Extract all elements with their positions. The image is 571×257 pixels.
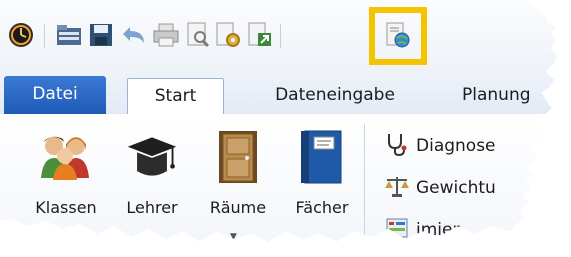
- print-icon[interactable]: [151, 20, 181, 50]
- weighting-label: Gewichtu: [416, 178, 496, 198]
- teachers-label: Lehrer: [126, 198, 178, 217]
- toolbar-separator: [44, 24, 45, 48]
- highlight-box: [369, 7, 427, 65]
- rooms-button[interactable]: Räume: [198, 128, 278, 217]
- optimize-button[interactable]: imier: [384, 214, 460, 242]
- subjects-label: Fächer: [295, 198, 349, 217]
- door-icon: [210, 128, 266, 186]
- optimize-label: imier: [416, 220, 460, 240]
- subjects-button[interactable]: Fächer: [282, 128, 362, 217]
- binder-icon: [294, 128, 350, 186]
- scale-icon: [384, 174, 410, 203]
- rooms-label: Räume: [209, 198, 267, 217]
- toolbar-separator: [280, 24, 281, 48]
- tab-start[interactable]: Start: [127, 78, 224, 115]
- export-icon[interactable]: [245, 20, 275, 50]
- quick-access-toolbar: [0, 0, 558, 72]
- weighting-button[interactable]: Gewichtu: [384, 172, 496, 204]
- graduation-cap-icon: [124, 128, 180, 186]
- print-preview-icon[interactable]: [183, 20, 213, 50]
- tab-data-entry[interactable]: Dateneingabe: [245, 78, 425, 114]
- diagnosis-button[interactable]: Diagnose: [384, 130, 496, 162]
- classes-label: Klassen: [35, 198, 97, 217]
- ribbon-panel: Klassen Lehrer Räume ▼ Fächer Diagnose G…: [0, 114, 558, 242]
- torn-screenshot: Datei Start Dateneingabe Planung Klassen: [0, 0, 558, 242]
- stethoscope-icon: [384, 131, 410, 162]
- tab-planning[interactable]: Planung: [448, 78, 557, 114]
- settings-doc-icon[interactable]: [213, 20, 243, 50]
- classes-icon: [38, 128, 94, 186]
- folder-icon[interactable]: [54, 20, 84, 50]
- diagnosis-label: Diagnose: [416, 136, 496, 156]
- undo-icon[interactable]: [118, 20, 148, 50]
- classes-button[interactable]: Klassen: [26, 128, 106, 217]
- optimize-icon: [384, 216, 410, 242]
- save-icon[interactable]: [86, 20, 116, 50]
- teachers-button[interactable]: Lehrer: [112, 128, 192, 217]
- chevron-down-icon[interactable]: ▼: [230, 232, 237, 242]
- group-separator: [364, 124, 365, 242]
- tab-file[interactable]: Datei: [4, 76, 106, 114]
- screenshot-stage: Datei Start Dateneingabe Planung Klassen: [0, 0, 571, 257]
- ribbon-tab-bar: Datei Start Dateneingabe Planung: [0, 72, 558, 115]
- clock-icon[interactable]: [6, 20, 36, 50]
